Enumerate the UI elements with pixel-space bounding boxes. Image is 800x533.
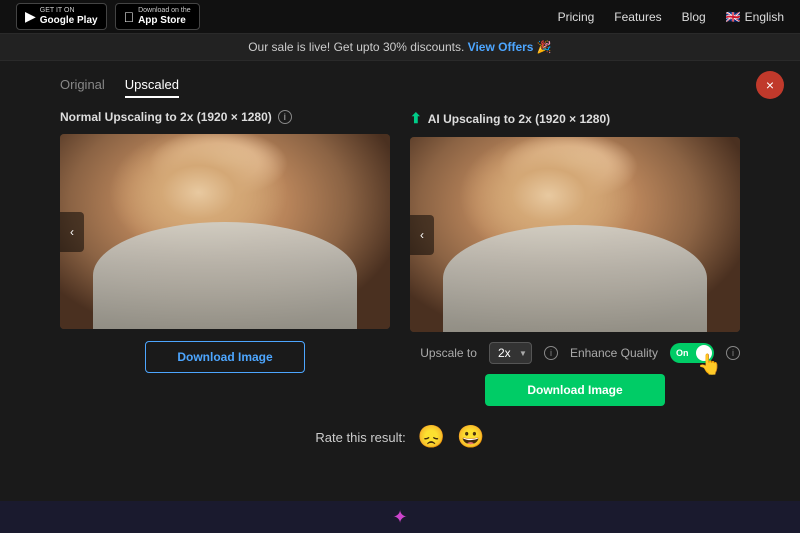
upscale-select[interactable]: 2x 1x 4x 8x — [489, 342, 532, 364]
left-nav-arrow-left[interactable]: ‹ — [60, 212, 84, 252]
rating-row: Rate this result: 😞 😀 — [60, 424, 740, 450]
left-portrait-image — [60, 134, 390, 329]
right-portrait-image — [410, 137, 740, 332]
left-title-text: Normal Upscaling to 2x (1920 × 1280) — [60, 110, 272, 124]
happy-rating-button[interactable]: 😀 — [457, 424, 484, 450]
sad-rating-button[interactable]: 😞 — [418, 424, 445, 450]
right-download-button[interactable]: Download Image — [485, 374, 665, 406]
close-button[interactable]: × — [756, 71, 784, 99]
bottom-bar: ✦ — [0, 501, 800, 533]
right-panel: ⬆ AI Upscaling to 2x (1920 × 1280) ‹ Ups… — [410, 110, 740, 406]
view-offers-link[interactable]: View Offers — [468, 40, 534, 54]
left-image-container: ‹ — [60, 134, 390, 329]
toggle-thumb — [696, 345, 712, 361]
nav-links: Pricing Features Blog 🇬🇧 English — [558, 10, 784, 24]
top-navigation: ▶ GET IT ON Google Play  Download on th… — [0, 0, 800, 34]
toggle-track: On — [670, 343, 714, 363]
tab-original[interactable]: Original — [60, 77, 105, 98]
promo-text: Our sale is live! Get upto 30% discounts… — [248, 40, 464, 54]
app-store-button[interactable]:  Download on the App Store — [115, 3, 200, 30]
right-title-text: AI Upscaling to 2x (1920 × 1280) — [428, 112, 610, 126]
flag-icon: 🇬🇧 — [726, 10, 741, 24]
promo-emoji: 🎉 — [537, 40, 552, 54]
left-panel-title: Normal Upscaling to 2x (1920 × 1280) i — [60, 110, 390, 124]
upscale-select-wrapper: 2x 1x 4x 8x ▼ — [489, 342, 532, 364]
bottom-logo-icon: ✦ — [392, 507, 407, 528]
blog-link[interactable]: Blog — [682, 10, 706, 24]
tab-upscaled[interactable]: Upscaled — [125, 77, 179, 98]
comparison-panels: Normal Upscaling to 2x (1920 × 1280) i ‹… — [60, 110, 740, 406]
right-image-container: ‹ — [410, 137, 740, 332]
rating-label: Rate this result: — [315, 430, 405, 445]
app-store-name: App Store — [138, 15, 191, 26]
google-play-icon: ▶ — [25, 8, 36, 25]
tabs-row: Original Upscaled — [60, 77, 740, 98]
left-info-icon[interactable]: i — [278, 110, 292, 124]
app-store-get-it: Download on the — [138, 7, 191, 15]
promo-bar: Our sale is live! Get upto 30% discounts… — [0, 34, 800, 61]
pricing-link[interactable]: Pricing — [558, 10, 595, 24]
language-selector[interactable]: 🇬🇧 English — [726, 10, 784, 24]
toggle-wrapper: On 👆 — [670, 343, 714, 363]
left-panel: Normal Upscaling to 2x (1920 × 1280) i ‹… — [60, 110, 390, 373]
google-play-name: Google Play — [40, 15, 98, 26]
main-content: × Original Upscaled Normal Upscaling to … — [0, 61, 800, 466]
apple-icon:  — [124, 9, 135, 25]
google-play-get-it: GET IT ON — [40, 7, 98, 15]
language-label: English — [745, 10, 784, 24]
google-play-button[interactable]: ▶ GET IT ON Google Play — [16, 3, 107, 30]
ai-upscale-icon: ⬆ — [410, 110, 422, 127]
left-download-button[interactable]: Download Image — [145, 341, 305, 373]
features-link[interactable]: Features — [614, 10, 661, 24]
enhance-quality-toggle[interactable]: On — [670, 343, 714, 363]
enhance-label: Enhance Quality — [570, 346, 658, 360]
upscale-label: Upscale to — [420, 346, 477, 360]
store-buttons: ▶ GET IT ON Google Play  Download on th… — [16, 3, 200, 30]
enhance-info-icon[interactable]: i — [726, 346, 740, 360]
right-nav-arrow-left[interactable]: ‹ — [410, 215, 434, 255]
right-panel-title: ⬆ AI Upscaling to 2x (1920 × 1280) — [410, 110, 740, 127]
controls-row: Upscale to 2x 1x 4x 8x ▼ i Enhance Quali… — [410, 342, 740, 364]
toggle-on-label: On — [676, 348, 689, 358]
upscale-info-icon[interactable]: i — [544, 346, 558, 360]
